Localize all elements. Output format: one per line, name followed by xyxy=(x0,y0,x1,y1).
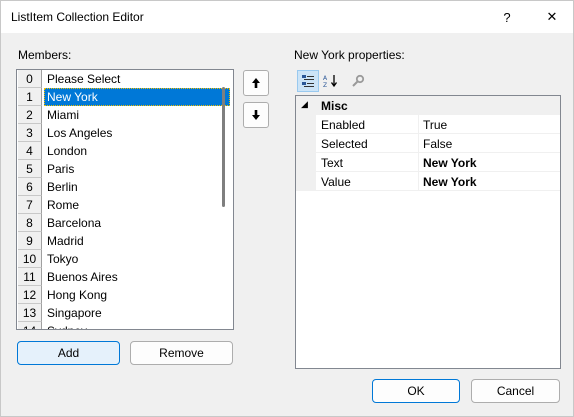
property-value[interactable]: True xyxy=(423,118,447,132)
cancel-button-label: Cancel xyxy=(496,384,535,398)
list-item-index: 11 xyxy=(18,268,42,286)
list-item[interactable]: 1 New York xyxy=(17,88,233,106)
property-divider[interactable] xyxy=(418,115,419,134)
list-item-index: 1 xyxy=(18,88,42,106)
list-item-text: Los Angeles xyxy=(47,126,113,140)
list-item[interactable]: 12 Hong Kong xyxy=(17,286,233,304)
members-list[interactable]: 0 Please Select 1 New York 2 Miami 3 Los Angele… xyxy=(16,69,234,330)
help-icon: ? xyxy=(503,9,511,25)
ok-button-label: OK xyxy=(407,384,425,398)
list-item-text: Miami xyxy=(47,108,79,122)
property-row[interactable]: Text New York xyxy=(316,153,560,172)
members-label: Members: xyxy=(18,48,72,62)
move-down-button[interactable] xyxy=(243,102,269,128)
arrow-up-icon xyxy=(252,78,260,88)
property-row[interactable]: Enabled True xyxy=(316,115,560,134)
property-row[interactable]: Value New York xyxy=(316,172,560,191)
list-item[interactable]: 14Sydney xyxy=(17,322,233,329)
category-name: Misc xyxy=(321,99,348,113)
add-button[interactable]: Add xyxy=(17,341,120,365)
collapse-icon[interactable]: ◢ xyxy=(301,99,308,110)
list-item[interactable]: 11 Buenos Aires xyxy=(17,268,233,286)
list-item-index: 3 xyxy=(18,124,42,142)
list-item-index: 9 xyxy=(18,232,42,250)
list-item-text: Berlin xyxy=(47,180,78,194)
remove-button-label: Remove xyxy=(159,346,204,360)
list-item-index: 2 xyxy=(18,106,42,124)
list-item[interactable]: 0 Please Select xyxy=(17,70,233,88)
property-value[interactable]: False xyxy=(423,137,452,151)
property-row[interactable]: Selected False xyxy=(316,134,560,153)
list-item-text: New York xyxy=(44,88,230,106)
arrow-down-icon xyxy=(252,110,260,120)
property-divider[interactable] xyxy=(418,153,419,172)
list-item-index: 10 xyxy=(18,250,42,268)
alphabetical-button[interactable]: A Z xyxy=(320,70,342,92)
property-divider[interactable] xyxy=(418,172,419,191)
alphabetical-icon: A Z xyxy=(323,75,338,88)
list-item-index: 0 xyxy=(18,70,42,88)
add-button-label: Add xyxy=(57,346,80,360)
property-name: Enabled xyxy=(321,118,366,132)
svg-text:Z: Z xyxy=(323,82,327,88)
list-item-index: 7 xyxy=(18,196,42,214)
svg-text:A: A xyxy=(323,75,328,82)
cancel-button[interactable]: Cancel xyxy=(471,379,560,403)
list-item[interactable]: 13 Singapore xyxy=(17,304,233,322)
list-item-text: Buenos Aires xyxy=(47,270,118,284)
categorized-icon xyxy=(302,75,314,87)
category-misc[interactable]: ◢ Misc xyxy=(296,96,560,115)
list-item-text: Madrid xyxy=(47,234,84,248)
property-name: Text xyxy=(321,156,344,170)
list-item-text: Please Select xyxy=(47,72,121,86)
list-item[interactable]: 10 Tokyo xyxy=(17,250,233,268)
members-scrollbar[interactable] xyxy=(222,87,225,207)
list-item[interactable]: 6 Berlin xyxy=(17,178,233,196)
property-name: Selected xyxy=(321,137,368,151)
property-grid-toolbar: A Z xyxy=(295,69,375,93)
close-icon: ✕ xyxy=(546,9,558,24)
property-name: Value xyxy=(321,175,351,189)
property-value[interactable]: New York xyxy=(423,175,477,189)
list-item[interactable]: 2 Miami xyxy=(17,106,233,124)
property-gutter xyxy=(296,115,316,191)
list-item-index: 6 xyxy=(18,178,42,196)
list-item[interactable]: 8 Barcelona xyxy=(17,214,233,232)
list-item-index: 14 xyxy=(18,322,42,329)
move-up-button[interactable] xyxy=(243,70,269,96)
list-item[interactable]: 7 Rome xyxy=(17,196,233,214)
categorized-button[interactable] xyxy=(297,70,319,92)
remove-button[interactable]: Remove xyxy=(130,341,233,365)
list-item[interactable]: 9 Madrid xyxy=(17,232,233,250)
list-item-text: Tokyo xyxy=(47,252,79,266)
list-item-text: London xyxy=(47,144,88,158)
list-item-index: 8 xyxy=(18,214,42,232)
list-item[interactable]: 5 Paris xyxy=(17,160,233,178)
list-item-text: Hong Kong xyxy=(47,288,108,302)
list-item-text: Rome xyxy=(47,198,80,212)
list-item-index: 5 xyxy=(18,160,42,178)
list-item-text: Barcelona xyxy=(47,216,102,230)
list-item[interactable]: 3 Los Angeles xyxy=(17,124,233,142)
properties-label: New York properties: xyxy=(294,48,405,62)
property-pages-icon xyxy=(352,74,365,87)
title-bar: ListItem Collection Editor ? ✕ xyxy=(1,1,573,33)
list-item-index: 13 xyxy=(18,304,42,322)
close-button[interactable]: ✕ xyxy=(532,1,572,33)
list-item[interactable]: 4 London xyxy=(17,142,233,160)
list-item-text: Singapore xyxy=(47,306,102,320)
property-divider[interactable] xyxy=(418,134,419,153)
list-item-text: Paris xyxy=(47,162,75,176)
property-value[interactable]: New York xyxy=(423,156,477,170)
list-item-index: 12 xyxy=(18,286,42,304)
collection-editor-dialog: ListItem Collection Editor ? ✕ Members: … xyxy=(0,0,574,417)
property-pages-button[interactable] xyxy=(347,70,369,92)
property-grid[interactable]: ◢ Misc Enabled True Selected False Text New Y… xyxy=(295,95,561,369)
list-item-text: Sydney xyxy=(44,322,230,329)
list-item-index: 4 xyxy=(18,142,42,160)
ok-button[interactable]: OK xyxy=(372,379,460,403)
help-button[interactable]: ? xyxy=(487,1,527,33)
window-title: ListItem Collection Editor xyxy=(11,10,144,24)
